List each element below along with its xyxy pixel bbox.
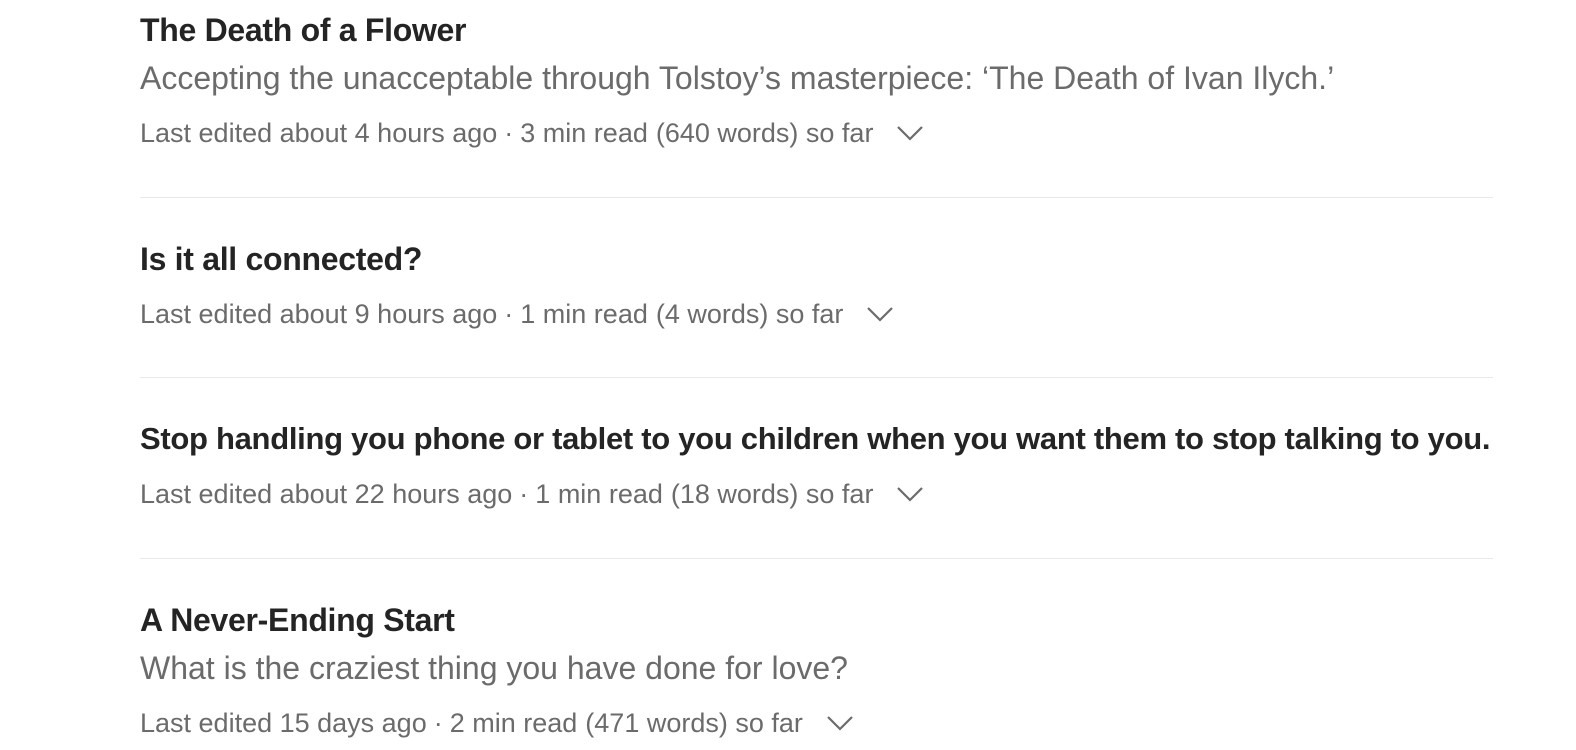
draft-item: The Death of a Flower Accepting the unac…	[140, 0, 1493, 198]
last-edited-text: Last edited about 22 hours ago	[140, 479, 513, 509]
chevron-down-icon[interactable]	[895, 479, 925, 509]
read-time-text: 2 min read	[449, 708, 578, 738]
read-time-text: 3 min read	[520, 118, 648, 148]
draft-item: A Never-Ending Start What is the crazies…	[140, 558, 1493, 750]
word-count-text: (471 words) so far	[585, 708, 803, 738]
last-edited-text: Last edited about 9 hours ago	[140, 299, 498, 329]
draft-subtitle[interactable]: What is the craziest thing you have done…	[140, 648, 848, 688]
draft-item: Is it all connected? Last edited about 9…	[140, 197, 1493, 378]
word-count-text: (640 words) so far	[655, 118, 874, 148]
read-time-text: 1 min read	[535, 479, 663, 509]
meta-separator: ·	[504, 118, 514, 148]
meta-separator: ·	[433, 708, 443, 738]
draft-meta: Last edited about 4 hours ago · 3 min re…	[140, 116, 925, 150]
draft-item: Stop handling you phone or tablet to you…	[140, 377, 1493, 559]
chevron-down-icon[interactable]	[895, 118, 925, 148]
word-count-text: (4 words) so far	[655, 299, 844, 329]
draft-title[interactable]: A Never-Ending Start	[140, 600, 455, 640]
chevron-down-icon[interactable]	[865, 299, 895, 329]
draft-subtitle[interactable]: Accepting the unacceptable through Tolst…	[140, 58, 1334, 98]
draft-meta: Last edited about 9 hours ago · 1 min re…	[140, 297, 895, 331]
word-count-text: (18 words) so far	[670, 479, 874, 509]
read-time-text: 1 min read	[520, 299, 648, 329]
meta-separator: ·	[504, 299, 514, 329]
last-edited-text: Last edited about 4 hours ago	[140, 118, 498, 148]
meta-separator: ·	[519, 479, 529, 509]
draft-title[interactable]: Is it all connected?	[140, 239, 422, 279]
last-edited-text: Last edited 15 days ago	[140, 708, 427, 738]
chevron-down-icon[interactable]	[825, 708, 855, 738]
draft-title[interactable]: Stop handling you phone or tablet to you…	[140, 419, 1490, 459]
draft-meta: Last edited 15 days ago · 2 min read (47…	[140, 706, 855, 740]
draft-meta: Last edited about 22 hours ago · 1 min r…	[140, 477, 925, 511]
draft-title[interactable]: The Death of a Flower	[140, 10, 466, 50]
